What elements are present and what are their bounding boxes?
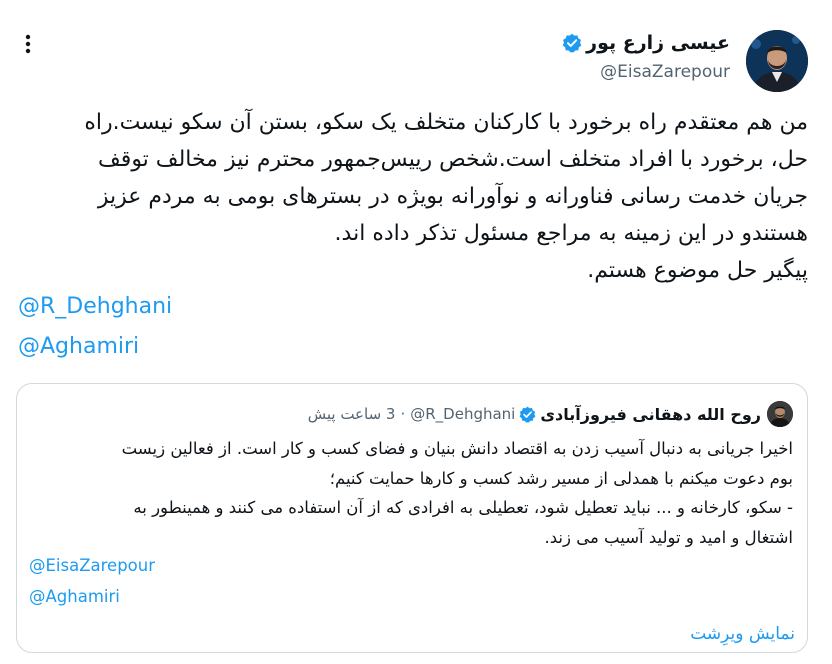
author-avatar[interactable] bbox=[746, 30, 808, 92]
show-more-link[interactable]: نمایش ویرِشت bbox=[690, 624, 795, 644]
tweet-line: حل، برخورد با افراد متخلف است.شخص رییس‌ج… bbox=[98, 147, 808, 172]
verified-badge-icon bbox=[519, 406, 536, 423]
quoted-tweet[interactable]: روح الله دهقانی فیروزآبادی @R_Dehghani ·… bbox=[16, 383, 808, 653]
quoted-line: بوم دعوت میکنم با همدلی از مسیر رشد کسب … bbox=[329, 468, 793, 488]
more-vertical-icon bbox=[25, 34, 31, 54]
mention-link[interactable]: @R_Dehghani bbox=[18, 294, 172, 319]
tweet-line: من هم معتقدم راه برخورد با کارکنان متخلف… bbox=[84, 110, 808, 135]
verified-badge-icon bbox=[562, 33, 582, 53]
tweet-line: جریان خدمت رسانی فناورانه و نوآورانه بوی… bbox=[97, 184, 808, 209]
tweet-header: عیسی زارع پور @EisaZarepour bbox=[0, 26, 832, 96]
quoted-author-handle[interactable]: @R_Dehghani bbox=[410, 405, 515, 423]
mention-link[interactable]: @Aghamiri bbox=[18, 334, 139, 359]
separator-dot: · bbox=[400, 405, 406, 423]
author-name[interactable]: عیسی زارع پور bbox=[586, 32, 730, 54]
tweet-text: من هم معتقدم راه برخورد با کارکنان متخلف… bbox=[18, 104, 808, 289]
author-handle[interactable]: @EisaZarepour bbox=[600, 62, 730, 82]
tweet-line: پیگیر حل موضوع هستم. bbox=[587, 258, 808, 283]
tweet-line: هستندو در این زمینه به مراجع مسئول تذکر … bbox=[334, 221, 808, 246]
quoted-author-avatar[interactable] bbox=[767, 401, 793, 427]
quoted-mention-link[interactable]: @Aghamiri bbox=[29, 587, 120, 606]
quoted-line: اخیرا جریانی به دنبال آسیب زدن به اقتصاد… bbox=[121, 439, 793, 458]
quoted-mention-link[interactable]: @EisaZarepour bbox=[29, 556, 155, 575]
quoted-tweet-text: اخیرا جریانی به دنبال آسیب زدن به اقتصاد… bbox=[31, 434, 793, 552]
more-options-button[interactable] bbox=[14, 30, 42, 58]
quoted-author-name[interactable]: روح الله دهقانی فیروزآبادی bbox=[540, 405, 761, 424]
quoted-line: اشتغال و امید و تولید آسیب می زند. bbox=[544, 527, 793, 547]
author-name-row[interactable]: عیسی زارع پور bbox=[562, 32, 730, 54]
quoted-line: - سکو، کارخانه و ... نباید تعطیل شود، تع… bbox=[133, 498, 793, 517]
quoted-tweet-header: روح الله دهقانی فیروزآبادی @R_Dehghani ·… bbox=[308, 400, 793, 428]
quoted-timestamp[interactable]: 3 ساعت پیش bbox=[308, 405, 396, 423]
